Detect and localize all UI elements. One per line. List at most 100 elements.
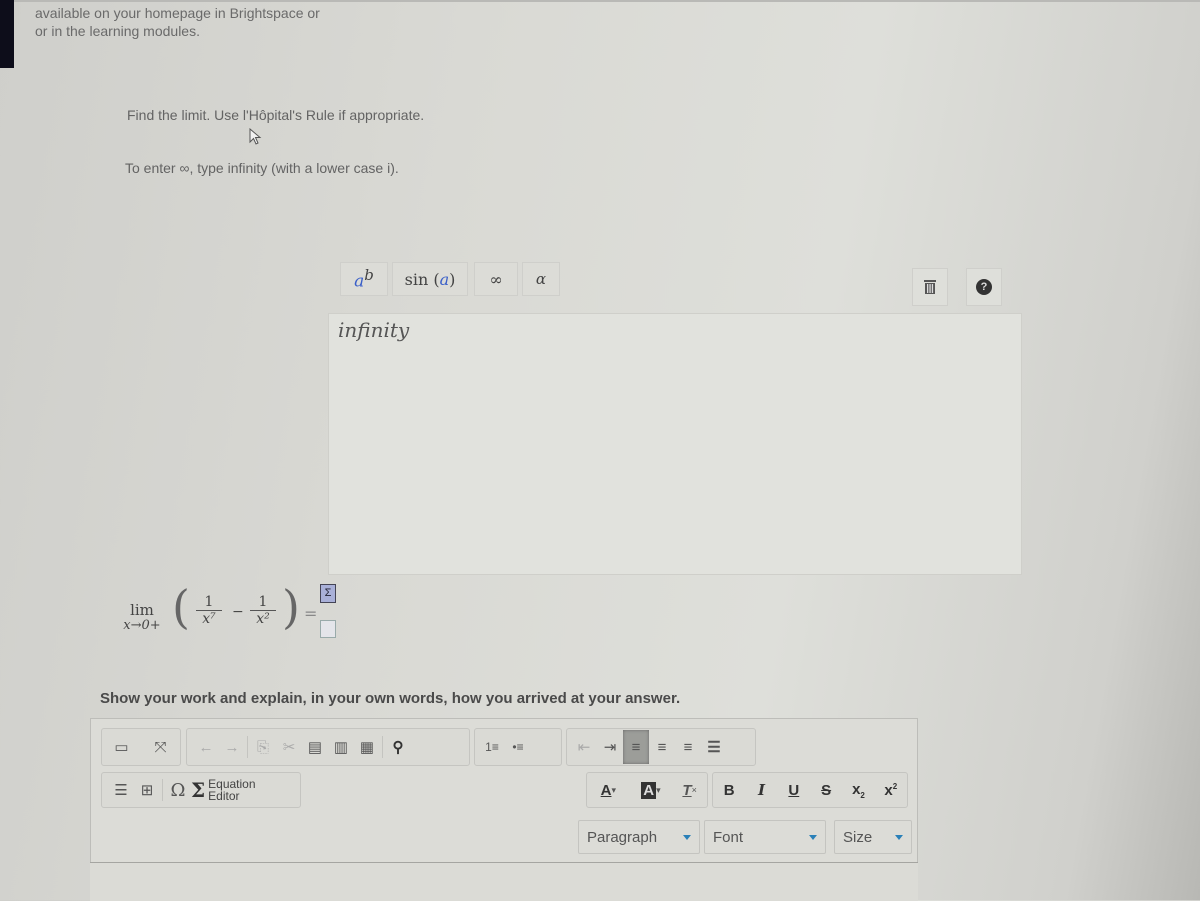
toolbar-group-insert: ☰ ⊞ Ω Σ Equation Editor: [101, 772, 301, 808]
toolbar-separator: [162, 779, 163, 801]
infinity-button[interactable]: ∞: [474, 262, 518, 296]
right-paren: ): [282, 580, 300, 634]
underline-icon: U: [788, 781, 800, 799]
strikethrough-button[interactable]: S: [813, 778, 839, 802]
sigma-icon: Σ: [191, 778, 206, 802]
power-exponent: b: [364, 266, 374, 285]
bg-color-button[interactable]: A ▾: [634, 778, 668, 802]
toolbar-separator: [247, 736, 248, 758]
outdent-button[interactable]: ⇤: [571, 735, 597, 759]
fullscreen-button[interactable]: ⤧: [148, 735, 174, 759]
window-edge: [0, 0, 14, 68]
clear-format-button[interactable]: T ×: [677, 778, 703, 802]
text-color-icon: A: [600, 781, 612, 799]
size-select-value: Size: [843, 828, 873, 846]
copy-button[interactable]: ⎘: [250, 735, 276, 759]
indent-button[interactable]: ⇥: [597, 735, 623, 759]
bold-icon: B: [723, 781, 735, 799]
fullscreen-icon: ⤧: [154, 738, 167, 756]
math-input-value: infinity: [338, 318, 410, 342]
toolbar-separator: [382, 736, 383, 758]
horizontal-line-button[interactable]: ☰: [108, 778, 134, 802]
undo-icon: ←: [198, 738, 214, 756]
table-button[interactable]: ⊞: [134, 778, 160, 802]
bold-button[interactable]: B: [716, 778, 742, 802]
header-line-2: or in the learning modules.: [35, 23, 200, 39]
fraction1-numerator: 1: [204, 594, 214, 610]
redo-icon: →: [224, 738, 240, 756]
power-button[interactable]: ab: [340, 262, 388, 296]
cut-button[interactable]: ✂: [276, 735, 302, 759]
sin-arg: a: [439, 269, 450, 289]
power-base: a: [354, 271, 365, 292]
cut-icon: ✂: [282, 739, 296, 756]
find-icon: ⚲: [392, 739, 404, 756]
work-text-area[interactable]: [90, 862, 918, 901]
justify-icon: ☰: [707, 739, 721, 756]
size-select[interactable]: Size: [834, 820, 912, 854]
special-char-button[interactable]: Ω: [165, 778, 191, 802]
source-button[interactable]: ▭: [109, 735, 135, 759]
numbered-list-button[interactable]: 1≡: [479, 735, 505, 759]
help-button[interactable]: ?: [966, 268, 1002, 306]
align-right-button[interactable]: ≡: [675, 735, 701, 759]
align-left-icon: ≡: [631, 738, 641, 756]
underline-button[interactable]: U: [781, 778, 807, 802]
delete-button[interactable]: [912, 268, 948, 306]
align-center-button[interactable]: ≡: [649, 735, 675, 759]
align-right-icon: ≡: [683, 738, 693, 756]
paste-button[interactable]: ▤: [302, 735, 328, 759]
superscript-icon: x2: [884, 781, 898, 799]
sin-button[interactable]: sin (a): [392, 262, 468, 296]
justify-button[interactable]: ☰: [701, 735, 727, 759]
paste-word-icon: ▦: [359, 739, 375, 756]
math-answer-input[interactable]: [328, 313, 1022, 575]
indent-icon: ⇥: [603, 739, 617, 756]
undo-button[interactable]: ←: [193, 735, 219, 759]
bg-color-icon: A: [641, 781, 657, 799]
paragraph-select[interactable]: Paragraph: [578, 820, 700, 854]
sin-label: sin: [404, 269, 429, 289]
work-prompt: Show your work and explain, in your own …: [100, 690, 681, 707]
alpha-button[interactable]: α: [522, 262, 560, 296]
help-icon: ?: [976, 279, 992, 295]
fraction2-numerator: 1: [258, 594, 268, 610]
italic-icon: I: [757, 781, 765, 799]
equation-editor-button[interactable]: Σ Equation Editor: [191, 778, 256, 802]
question-instruction: Find the limit. Use l'Hôpital's Rule if …: [127, 107, 425, 123]
find-button[interactable]: ⚲: [385, 735, 411, 759]
clear-format-icon: T: [682, 781, 692, 799]
redo-button[interactable]: →: [219, 735, 245, 759]
source-icon: ▭: [114, 739, 129, 756]
left-paren: (: [172, 580, 190, 634]
bullet-list-button[interactable]: •≡: [505, 735, 531, 759]
minus-sign: −: [232, 604, 244, 620]
table-icon: ⊞: [140, 782, 154, 799]
toolbar-group-lists: 1≡ •≡: [474, 728, 562, 766]
chevron-down-icon: [895, 835, 903, 840]
paragraph-select-value: Paragraph: [587, 828, 658, 846]
horizontal-line-icon: ☰: [114, 782, 128, 799]
chevron-down-icon: [809, 835, 817, 840]
superscript-button[interactable]: x2: [878, 778, 904, 802]
infinity-icon: ∞: [489, 269, 503, 289]
toolbar-group-format: B I U S x2 x2: [712, 772, 908, 808]
header-text: available on your homepage in Brightspac…: [35, 4, 320, 40]
limit-answer-field[interactable]: [320, 620, 336, 638]
align-left-button[interactable]: ≡: [623, 730, 649, 764]
font-select[interactable]: Font: [704, 820, 826, 854]
subscript-button[interactable]: x2: [845, 778, 871, 802]
paste-text-button[interactable]: ▥: [328, 735, 354, 759]
fraction2-denominator: x²: [250, 610, 276, 627]
equation-editor-label-2: Editor: [208, 789, 240, 803]
equation-sigma-icon[interactable]: Σ: [320, 584, 336, 603]
trash-icon: [924, 280, 936, 294]
header-line-1: available on your homepage in Brightspac…: [35, 5, 320, 21]
align-center-icon: ≡: [657, 738, 667, 756]
equals-sign: =: [304, 604, 318, 623]
toolbar-group-color: A ▾ A ▾ T ×: [586, 772, 708, 808]
paste-text-icon: ▥: [333, 739, 349, 756]
italic-button[interactable]: I: [748, 778, 774, 802]
paste-word-button[interactable]: ▦: [354, 735, 380, 759]
text-color-button[interactable]: A ▾: [591, 778, 625, 802]
